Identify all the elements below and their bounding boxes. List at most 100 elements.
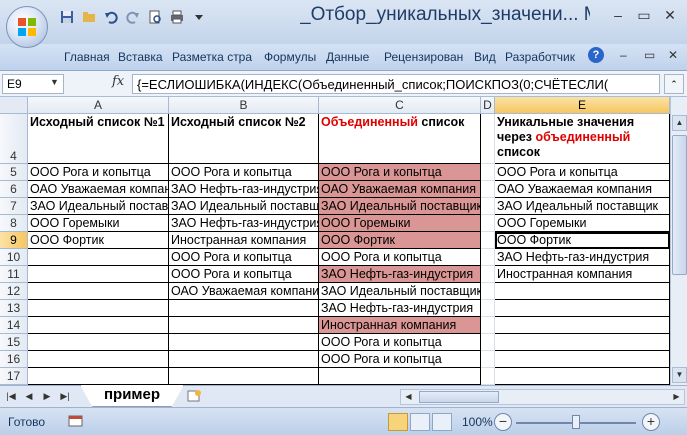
ribbon-minimize-icon[interactable]: –: [620, 48, 627, 62]
zoom-in-icon[interactable]: +: [642, 413, 660, 431]
tab-page-layout[interactable]: Разметка стра: [172, 50, 260, 64]
cell-d8[interactable]: [481, 215, 495, 232]
cell-a6[interactable]: ОАО Уважаемая компания: [28, 181, 169, 198]
ribbon-restore-icon[interactable]: ▭: [644, 48, 655, 62]
page-break-view-icon[interactable]: [432, 413, 452, 431]
cell-b9[interactable]: Иностранная компания: [169, 232, 319, 249]
redo-icon[interactable]: [124, 8, 142, 26]
cell-b7[interactable]: ЗАО Идеальный поставщик: [169, 198, 319, 215]
row-header-5[interactable]: 5: [0, 164, 28, 181]
open-icon[interactable]: [80, 8, 98, 26]
cell-e13[interactable]: [495, 300, 670, 317]
cell-c15[interactable]: ООО Рога и копытца: [319, 334, 481, 351]
column-header-a[interactable]: A: [28, 97, 169, 114]
cell-a14[interactable]: [28, 317, 169, 334]
cell-c6[interactable]: ОАО Уважаемая компания: [319, 181, 481, 198]
cell-d13[interactable]: [481, 300, 495, 317]
cell-b6[interactable]: ЗАО Нефть-газ-индустрия: [169, 181, 319, 198]
scroll-down-icon[interactable]: ▼: [672, 367, 687, 383]
cell-c7[interactable]: ЗАО Идеальный поставщик: [319, 198, 481, 215]
column-header-d[interactable]: D: [481, 97, 495, 114]
cell-d6[interactable]: [481, 181, 495, 198]
row-header-9[interactable]: 9: [0, 232, 28, 249]
sheet-tab-primer[interactable]: пример: [80, 385, 184, 407]
cell-a8[interactable]: ООО Горемыки: [28, 215, 169, 232]
cell-a10[interactable]: [28, 249, 169, 266]
cell-a15[interactable]: [28, 334, 169, 351]
cell-c8[interactable]: ООО Горемыки: [319, 215, 481, 232]
normal-view-icon[interactable]: [388, 413, 408, 431]
minimize-button[interactable]: –: [607, 4, 629, 26]
cell-d7[interactable]: [481, 198, 495, 215]
cell-b5[interactable]: ООО Рога и копытца: [169, 164, 319, 181]
cell-c17[interactable]: [319, 368, 481, 385]
vertical-scroll-thumb[interactable]: [672, 135, 687, 275]
save-icon[interactable]: [58, 8, 76, 26]
cell-b14[interactable]: [169, 317, 319, 334]
cell-b11[interactable]: ООО Рога и копытца: [169, 266, 319, 283]
office-button[interactable]: [6, 6, 48, 48]
zoom-out-icon[interactable]: −: [494, 413, 512, 431]
cell-d10[interactable]: [481, 249, 495, 266]
zoom-level[interactable]: 100%: [462, 415, 493, 429]
cell-d17[interactable]: [481, 368, 495, 385]
name-box-dropdown-icon[interactable]: ▼: [50, 77, 59, 87]
cell-e8[interactable]: ООО Горемыки: [495, 215, 670, 232]
vertical-scrollbar[interactable]: ▲ ▼: [670, 97, 687, 385]
tab-insert[interactable]: Вставка: [118, 50, 163, 64]
row-header-13[interactable]: 13: [0, 300, 28, 317]
row-header-15[interactable]: 15: [0, 334, 28, 351]
row-header-14[interactable]: 14: [0, 317, 28, 334]
scroll-up-icon[interactable]: ▲: [672, 115, 687, 131]
zoom-slider-thumb[interactable]: [572, 415, 580, 429]
cell-e17[interactable]: [495, 368, 670, 385]
column-header-b[interactable]: B: [169, 97, 319, 114]
cell-b13[interactable]: [169, 300, 319, 317]
column-header-e[interactable]: E: [495, 97, 670, 114]
cell-c10[interactable]: ООО Рога и копытца: [319, 249, 481, 266]
customize-qat-icon[interactable]: [190, 8, 208, 26]
row-header-4[interactable]: 4: [0, 114, 28, 164]
horizontal-scrollbar[interactable]: ◀ ▶: [400, 389, 685, 405]
horizontal-scroll-thumb[interactable]: [419, 391, 499, 403]
tab-home[interactable]: Главная: [64, 50, 110, 64]
cell-e5[interactable]: ООО Рога и копытца: [495, 164, 670, 181]
row-header-6[interactable]: 6: [0, 181, 28, 198]
cell-c5[interactable]: ООО Рога и копытца: [319, 164, 481, 181]
cell-e12[interactable]: [495, 283, 670, 300]
cell-c16[interactable]: ООО Рога и копытца: [319, 351, 481, 368]
row-header-16[interactable]: 16: [0, 351, 28, 368]
prev-sheet-icon[interactable]: ◀: [22, 389, 36, 403]
ribbon-close-icon[interactable]: ✕: [668, 48, 678, 62]
cell-a9[interactable]: ООО Фортик: [28, 232, 169, 249]
formula-input[interactable]: {=ЕСЛИОШИБКА(ИНДЕКС(Объединенный_список;…: [132, 74, 660, 94]
expand-formula-bar-icon[interactable]: ⌃: [664, 74, 684, 94]
cell-d12[interactable]: [481, 283, 495, 300]
insert-function-icon[interactable]: fx: [112, 74, 124, 89]
header-unique[interactable]: Уникальные значения через объединенный с…: [495, 114, 670, 164]
header-combined[interactable]: Объединенный список: [319, 114, 481, 164]
row-header-7[interactable]: 7: [0, 198, 28, 215]
row-header-8[interactable]: 8: [0, 215, 28, 232]
cell-b15[interactable]: [169, 334, 319, 351]
cell-d9[interactable]: [481, 232, 495, 249]
macro-record-icon[interactable]: [68, 414, 84, 428]
cell-d15[interactable]: [481, 334, 495, 351]
next-sheet-icon[interactable]: ▶: [40, 389, 54, 403]
close-button[interactable]: ✕: [659, 4, 681, 26]
cell-b16[interactable]: [169, 351, 319, 368]
last-sheet-icon[interactable]: ▶|: [58, 389, 72, 403]
row-header-12[interactable]: 12: [0, 283, 28, 300]
header-list-2[interactable]: Исходный список №2: [169, 114, 319, 164]
first-sheet-icon[interactable]: |◀: [4, 389, 18, 403]
cell-b8[interactable]: ЗАО Нефть-газ-индустрия: [169, 215, 319, 232]
cell-c9[interactable]: ООО Фортик: [319, 232, 481, 249]
row-header-11[interactable]: 11: [0, 266, 28, 283]
cell-e7[interactable]: ЗАО Идеальный поставщик: [495, 198, 670, 215]
cell-c11[interactable]: ЗАО Нефть-газ-индустрия: [319, 266, 481, 283]
cell-c14[interactable]: Иностранная компания: [319, 317, 481, 334]
tab-developer[interactable]: Разработчик: [505, 50, 575, 64]
cell-a11[interactable]: [28, 266, 169, 283]
header-list-1[interactable]: Исходный список №1: [28, 114, 169, 164]
row-header-10[interactable]: 10: [0, 249, 28, 266]
